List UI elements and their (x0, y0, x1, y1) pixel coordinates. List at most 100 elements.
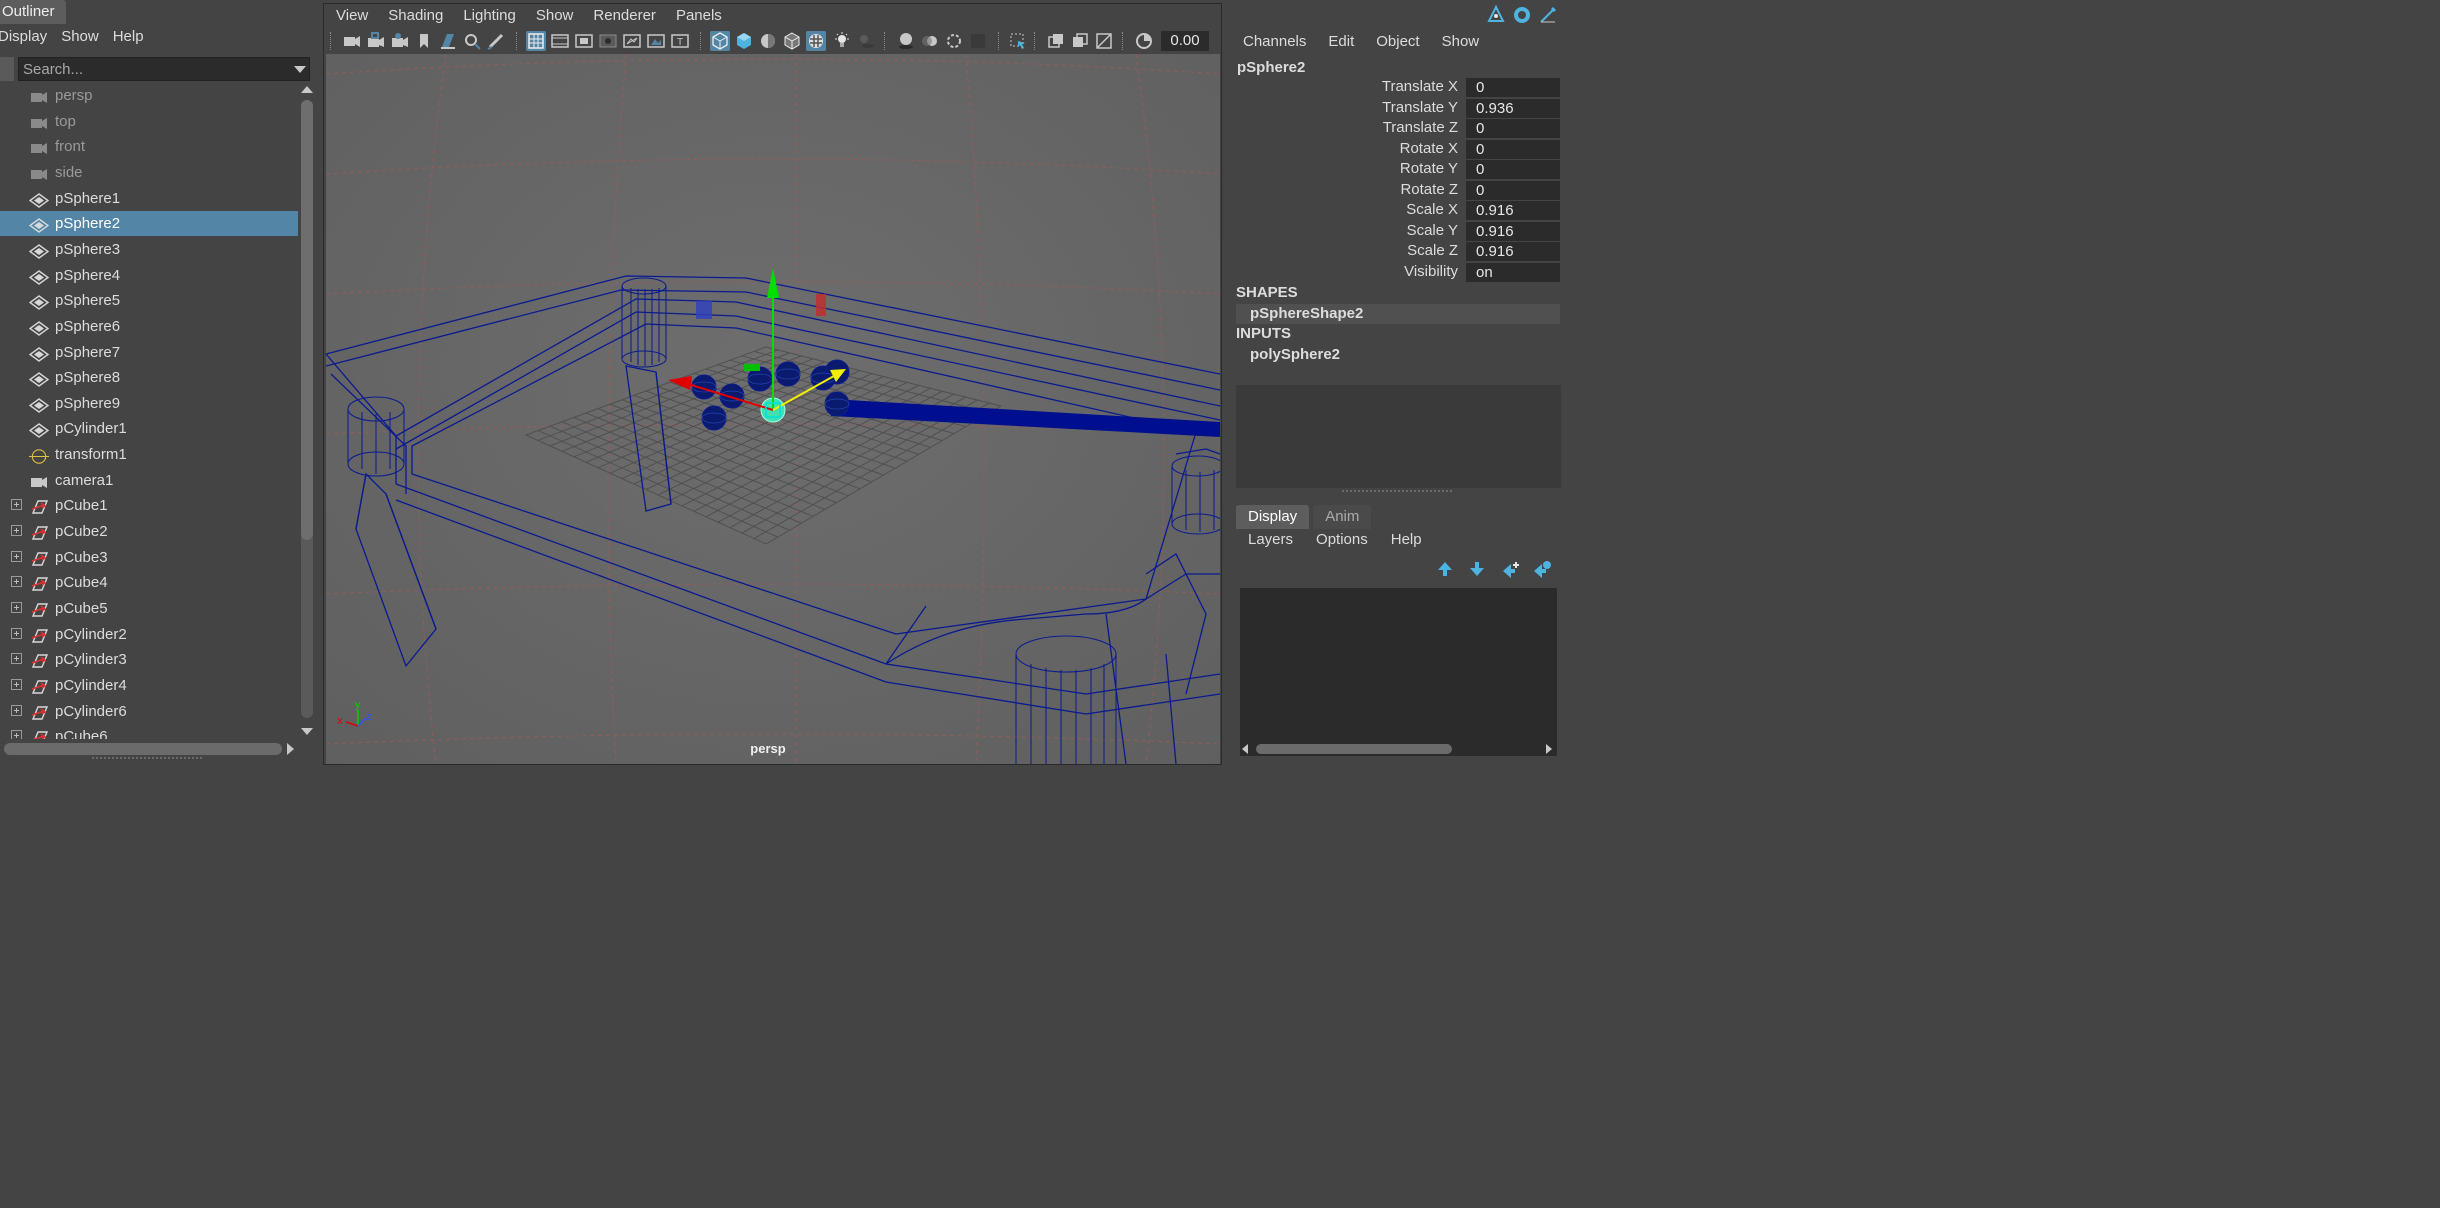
grid-toggle-icon[interactable] (526, 31, 546, 51)
outliner-item[interactable]: pCube5 (0, 596, 298, 621)
tab-anim[interactable]: Anim (1313, 505, 1372, 529)
character-controls-icon[interactable] (1512, 5, 1532, 25)
new-layer-icon[interactable] (1500, 559, 1522, 579)
outliner-item[interactable]: pCube6 (0, 724, 298, 739)
channel-attribute-label[interactable]: Scale X (1406, 200, 1458, 220)
input-node-item[interactable]: polySphere2 (1236, 345, 1560, 365)
film-gate-icon[interactable] (550, 31, 570, 51)
shape-node-item[interactable]: pSphereShape2 (1236, 304, 1560, 324)
screen-space-ao-icon[interactable] (896, 31, 916, 51)
outliner-menu-help[interactable]: Help (113, 25, 158, 49)
outliner-item[interactable]: pSphere4 (0, 263, 298, 288)
expand-plus-icon[interactable] (11, 678, 22, 690)
modeling-toolkit-icon[interactable] (1486, 5, 1506, 25)
layers-menu-layers[interactable]: Layers (1248, 528, 1293, 552)
camera-attributes-icon[interactable] (390, 31, 410, 51)
channel-attribute-label[interactable]: Scale Z (1407, 241, 1458, 261)
expand-plus-icon[interactable] (11, 550, 22, 562)
search-filter-icon[interactable] (0, 57, 14, 81)
expand-plus-icon[interactable] (11, 602, 22, 613)
channel-attribute-value[interactable]: 0 (1466, 119, 1560, 138)
panel-split-handle[interactable] (1342, 490, 1452, 495)
panel-resize-handle[interactable] (92, 757, 202, 762)
viewport-menu-panels[interactable]: Panels (676, 4, 722, 28)
scroll-down-arrow-icon[interactable] (301, 728, 313, 735)
outliner-item[interactable]: camera1 (0, 468, 298, 493)
channel-attribute-label[interactable]: Translate Y (1382, 98, 1458, 118)
expand-plus-icon[interactable] (11, 730, 22, 739)
expand-plus-icon[interactable] (11, 576, 22, 588)
outliner-menu-display[interactable]: Display (0, 25, 61, 49)
outliner-item[interactable]: pCube4 (0, 570, 298, 595)
scroll-thumb[interactable] (1256, 744, 1452, 754)
grease-pencil-icon[interactable] (486, 31, 506, 51)
2d-pan-zoom-icon[interactable] (462, 31, 482, 51)
channel-attribute-value[interactable]: 0 (1466, 180, 1560, 200)
outliner-item[interactable]: pSphere2 (0, 211, 298, 237)
expand-plus-icon[interactable] (11, 627, 22, 639)
outliner-item[interactable]: pCylinder2 (0, 622, 298, 647)
channel-attribute-label[interactable]: Rotate Z (1400, 180, 1458, 200)
channels-menu-show[interactable]: Show (1442, 30, 1480, 54)
viewport-menu-shading[interactable]: Shading (388, 4, 443, 28)
move-layer-down-icon[interactable] (1466, 559, 1488, 579)
channel-attribute-label[interactable]: Visibility (1404, 262, 1458, 282)
expand-plus-icon[interactable] (11, 525, 22, 537)
viewport-menu-lighting[interactable]: Lighting (463, 4, 516, 28)
viewport-scene[interactable]: y x z (326, 54, 1220, 764)
channel-attribute-value[interactable]: 0.936 (1466, 98, 1560, 118)
use-all-lights-icon[interactable] (832, 31, 852, 51)
outliner-horizontal-scrollbar[interactable] (4, 741, 298, 755)
channel-attribute-label[interactable]: Rotate Y (1400, 159, 1458, 179)
field-chart-icon[interactable] (622, 31, 642, 51)
scroll-up-arrow-icon[interactable] (301, 86, 313, 93)
default-material-icon[interactable] (758, 31, 778, 51)
scroll-thumb[interactable] (301, 100, 313, 540)
channel-attribute-label[interactable]: Scale Y (1407, 221, 1458, 241)
smooth-shading-icon[interactable] (734, 31, 754, 51)
camera-lock-icon[interactable] (366, 31, 386, 51)
channel-attribute-label[interactable]: Translate Z (1383, 118, 1458, 138)
scroll-thumb[interactable] (4, 743, 282, 755)
expand-plus-icon[interactable] (11, 704, 22, 716)
camera-select-icon[interactable] (342, 31, 362, 51)
outliner-tab[interactable]: Outliner (0, 0, 66, 24)
gate-mask-icon[interactable] (598, 31, 618, 51)
move-layer-up-icon[interactable] (1434, 559, 1456, 579)
layer-horizontal-scrollbar[interactable] (1240, 742, 1557, 756)
outliner-item[interactable]: pSphere6 (0, 314, 298, 339)
viewport-3d[interactable]: y x z (326, 54, 1220, 764)
outliner-item[interactable]: side (0, 160, 298, 185)
layers-menu-options[interactable]: Options (1316, 528, 1368, 552)
viewport-menu-view[interactable]: View (336, 4, 368, 28)
new-layer-from-selected-icon[interactable] (1531, 559, 1553, 579)
viewport-menu-show[interactable]: Show (536, 4, 574, 28)
channel-attribute-value[interactable]: 0 (1466, 78, 1560, 97)
channel-attribute-value[interactable]: 0 (1466, 139, 1560, 159)
outliner-item[interactable]: pCylinder6 (0, 699, 298, 724)
multisample-aa-icon[interactable] (944, 31, 964, 51)
outliner-item[interactable]: pSphere1 (0, 186, 298, 211)
motion-blur-icon[interactable] (920, 31, 940, 51)
xray-icon[interactable] (1046, 31, 1066, 51)
safe-title-icon[interactable]: T (670, 31, 690, 51)
chevron-down-icon[interactable] (294, 66, 306, 73)
wireframe-on-shaded-icon[interactable] (782, 31, 802, 51)
outliner-item[interactable]: pSphere7 (0, 340, 298, 365)
outliner-item[interactable]: pCube2 (0, 519, 298, 544)
scroll-left-arrow-icon[interactable] (1242, 744, 1248, 754)
image-plane-icon[interactable] (438, 31, 458, 51)
attribute-editor-icon[interactable] (1538, 5, 1558, 25)
textured-icon[interactable] (806, 31, 826, 51)
outliner-item[interactable]: pCylinder4 (0, 673, 298, 698)
outliner-item[interactable]: front (0, 134, 298, 159)
channel-attribute-label[interactable]: Translate X (1382, 77, 1458, 97)
channel-attribute-value[interactable]: 0 (1466, 160, 1560, 179)
outliner-item[interactable]: pSphere3 (0, 237, 298, 262)
scroll-right-arrow-icon[interactable] (1546, 744, 1552, 754)
outliner-item[interactable]: pCylinder1 (0, 416, 298, 441)
layers-menu-help[interactable]: Help (1391, 528, 1422, 552)
outliner-item[interactable]: pCylinder3 (0, 647, 298, 672)
wireframe-shading-icon[interactable] (710, 31, 730, 51)
depth-of-field-icon[interactable] (968, 31, 988, 51)
